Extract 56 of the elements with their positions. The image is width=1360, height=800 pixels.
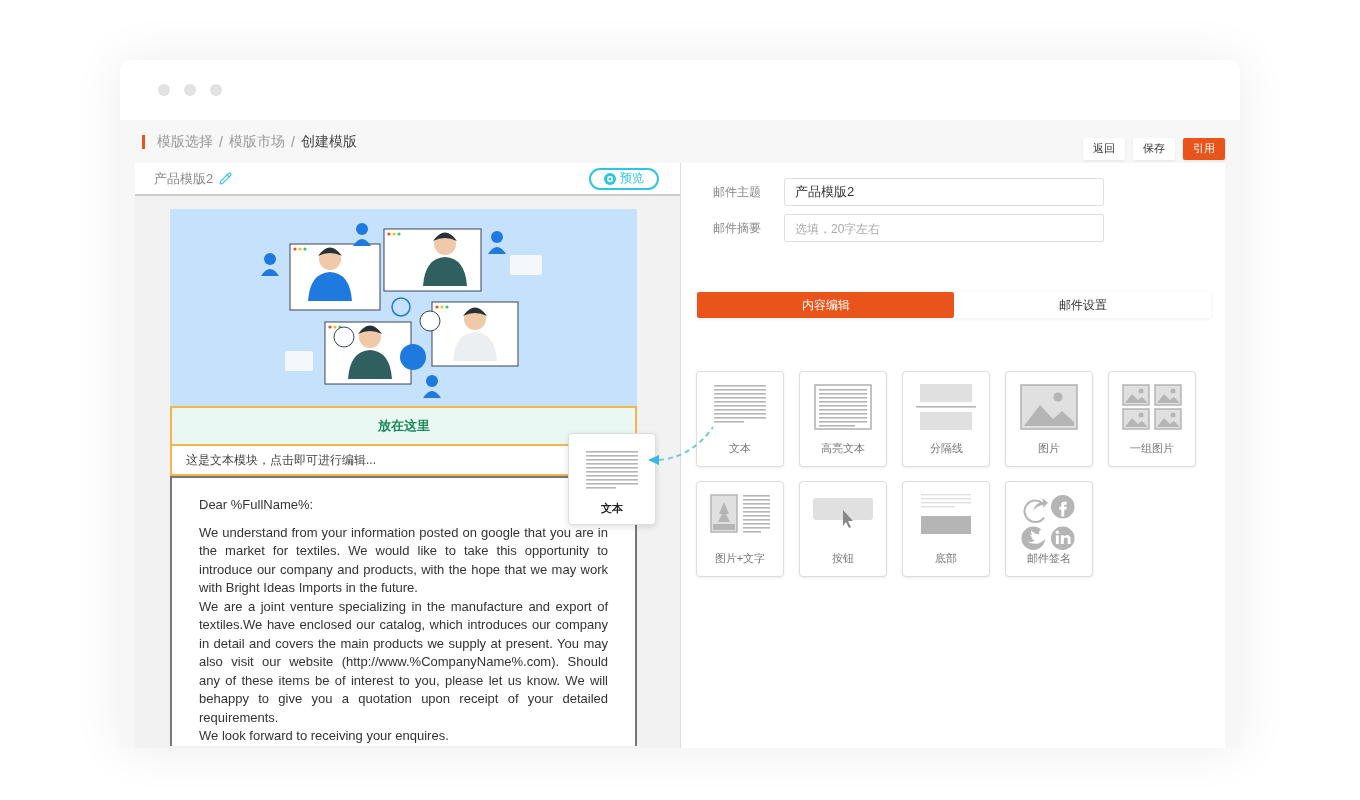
social-icons-drawing [1020,494,1078,551]
field-label: 邮件主题 [713,183,762,201]
input-field[interactable]: 产品模版2 [784,178,1104,206]
text-lines-icon [714,384,766,424]
content-block-tile[interactable]: 一组图片 [1108,371,1196,467]
image-with-text-icon [710,494,770,534]
preview-icon [604,172,616,185]
tile-label: 底部 [935,551,957,566]
drop-zone[interactable]: 放在这里 [170,406,637,444]
content-block-tile[interactable]: 高亮文本 [799,371,887,467]
content-block-tile[interactable]: 图片+文字 [696,481,784,577]
breadcrumb-link[interactable]: 创建模版 [300,132,357,151]
tile-label: 邮件签名 [1027,551,1071,566]
action-button[interactable]: 返回 [1083,137,1125,160]
divider-icon [916,384,976,430]
image-icon [1020,384,1078,430]
tab[interactable]: 邮件设置 [954,292,1211,318]
action-button[interactable]: 保存 [1133,137,1175,160]
content-block-tile[interactable]: 按钮 [799,481,887,577]
content-block-tile[interactable]: 邮件签名 [1005,481,1093,577]
tile-label: 图片 [1038,441,1060,456]
accent-bar [142,134,145,149]
dragged-block-label: 文本 [601,501,623,516]
tile-label: 文本 [729,441,751,456]
tile-label: 分隔线 [929,441,963,456]
tile-label: 高亮文本 [821,441,865,456]
window-control-dot[interactable] [158,84,170,96]
tile-label: 图片+文字 [714,551,766,566]
input-field[interactable]: 选填，20字左右 [784,214,1104,242]
tab[interactable]: 内容编辑 [697,292,954,318]
body-paragraph: We understand from your information posted on google that you are in the market for textiles. We would like to take this opportunity to introduce our company and products, with the hope that we may work with Bright Ideas Imports in the future. [199,523,608,597]
boxed-text-icon [814,384,872,430]
tile-label: 一组图片 [1130,441,1174,456]
drag-preview-tooltip[interactable]: 文本 [568,433,656,525]
edit-icon[interactable] [219,172,233,185]
footer-icon [921,494,971,534]
content-block-tile[interactable]: 文本 [696,371,784,467]
breadcrumb-separator: / [219,133,223,150]
breadcrumb-link[interactable]: 模版市场 [228,132,285,151]
body-paragraph: We look forward to receiving your enquires. [199,727,450,745]
action-button[interactable]: 引用 [1183,137,1225,160]
text-lines-icon [586,450,638,490]
content-block-tile[interactable]: 分隔线 [902,371,990,467]
breadcrumb-separator: / [290,133,295,150]
tile-label: 按钮 [832,551,854,566]
content-block-tile[interactable]: 图片 [1005,371,1093,467]
field-label: 邮件摘要 [713,219,762,237]
drag-arrow [648,426,714,465]
image-grid-icon [1122,384,1182,430]
window-control-dot[interactable] [210,84,222,96]
window-control-dot[interactable] [184,84,196,96]
greeting-text: Dear %FullName%: [199,496,314,514]
body-paragraph: We are a joint venture specializing in the manufacture and export of textiles.We have enclosed our catalog, which introduces our company in detail and covers the main products we supply at present. You may also visit our website (http://www.%CompanyName%.com). Should any of these items be of interest to you, please let us know. We will behappy to give you a quotation upon receipt of your detailed requirements. [199,597,608,727]
breadcrumb-link[interactable]: 模版选择 [157,132,213,151]
content-block-tile[interactable]: 底部 [902,481,990,577]
template-name: 产品模版2 [154,169,214,188]
